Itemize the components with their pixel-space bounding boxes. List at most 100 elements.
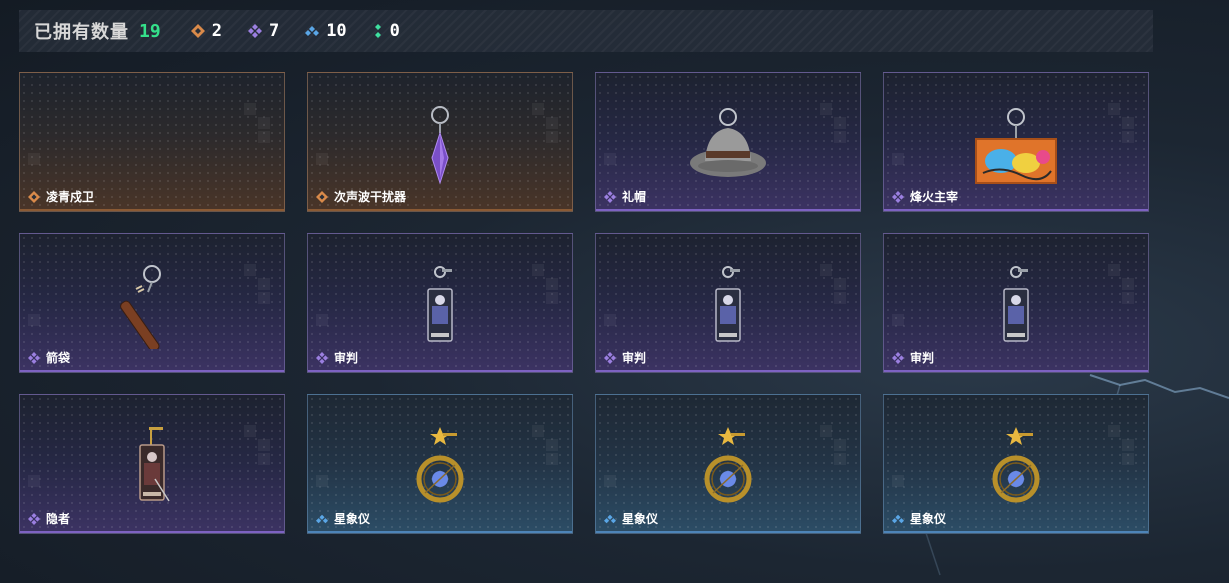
- card-label: 审判: [316, 349, 358, 366]
- stat-blue: 10: [305, 21, 347, 41]
- rarity-bar: [596, 209, 860, 211]
- stat-green: 0: [373, 21, 400, 41]
- card-decoration: [604, 314, 624, 334]
- purple-diamond-icon: [28, 512, 40, 525]
- stat-green-value: 0: [389, 21, 400, 41]
- card-label: 审判: [604, 349, 646, 366]
- card-decoration: [316, 475, 336, 495]
- item-name: 星象仪: [334, 512, 371, 526]
- purple-diamond-icon: [247, 24, 262, 38]
- card-decoration: [1108, 264, 1138, 304]
- item-card[interactable]: 星象仪: [307, 394, 573, 534]
- orange-diamond-icon: [316, 190, 328, 203]
- owned-label: 已拥有数量: [34, 22, 129, 42]
- rarity-bar: [308, 531, 572, 533]
- item-card[interactable]: 审判: [307, 233, 573, 373]
- card-decoration: [604, 153, 624, 173]
- blue-diamond-icon: [316, 514, 328, 523]
- item-name: 审判: [334, 351, 359, 365]
- item-card[interactable]: 礼帽: [595, 72, 861, 212]
- card-decoration: [820, 425, 850, 465]
- astrolabe-icon: [992, 427, 1040, 503]
- purple-diamond-icon: [604, 351, 616, 364]
- item-card[interactable]: 审判: [883, 233, 1149, 373]
- card-decoration: [604, 475, 624, 495]
- stat-purple: 7: [247, 21, 280, 41]
- item-name: 隐者: [46, 512, 71, 526]
- quiver-icon: [120, 265, 161, 349]
- card-decoration: [1108, 425, 1138, 465]
- item-card[interactable]: 凌青戍卫: [19, 72, 285, 212]
- card-label: 审判: [892, 349, 934, 366]
- purple-diamond-icon: [316, 351, 328, 364]
- stat-orange-value: 2: [211, 21, 222, 41]
- owned-count-header: 已拥有数量 19 2 7 10 0: [19, 10, 1153, 52]
- item-name: 烽火主宰: [910, 190, 959, 204]
- card-label: 箭袋: [28, 349, 70, 366]
- item-card[interactable]: 烽火主宰: [883, 72, 1149, 212]
- rarity-bar: [308, 370, 572, 372]
- item-name: 礼帽: [622, 190, 647, 204]
- item-card[interactable]: 箭袋: [19, 233, 285, 373]
- card-decoration: [28, 314, 48, 334]
- card-decoration: [28, 475, 48, 495]
- crystal-pendant-icon: [431, 106, 449, 185]
- item-card[interactable]: 隐者: [19, 394, 285, 534]
- blue-diamond-icon: [604, 514, 616, 523]
- astrolabe-icon: [704, 427, 752, 503]
- card-decoration: [820, 103, 850, 143]
- stat-blue-value: 10: [326, 21, 347, 41]
- item-name: 星象仪: [622, 512, 659, 526]
- rarity-bar: [884, 531, 1148, 533]
- item-name: 凌青戍卫: [46, 190, 95, 204]
- green-diamond-icon: [374, 24, 381, 38]
- card-decoration: [244, 425, 274, 465]
- item-card[interactable]: 星象仪: [883, 394, 1149, 534]
- astrolabe-icon: [416, 427, 464, 503]
- graffiti-container-icon: [975, 108, 1057, 184]
- item-name: 次声波干扰器: [334, 190, 407, 204]
- judgment-card-icon: [1003, 266, 1029, 342]
- card-label: 凌青戍卫: [28, 188, 94, 205]
- item-name: 审判: [910, 351, 935, 365]
- card-decoration: [820, 264, 850, 304]
- rarity-bar: [20, 209, 284, 211]
- item-name: 审判: [622, 351, 647, 365]
- card-decoration: [1108, 103, 1138, 143]
- judgment-card-icon: [715, 266, 741, 342]
- card-label: 次声波干扰器: [316, 188, 406, 205]
- item-name: 箭袋: [46, 351, 71, 365]
- hermit-card-icon: [139, 427, 170, 502]
- fedora-hat-icon: [690, 108, 766, 177]
- stat-orange: 2: [190, 21, 222, 41]
- card-label: 烽火主宰: [892, 188, 958, 205]
- card-decoration: [532, 425, 562, 465]
- stat-purple-value: 7: [268, 21, 280, 41]
- card-decoration: [244, 103, 274, 143]
- purple-diamond-icon: [892, 190, 904, 203]
- rarity-bar: [20, 531, 284, 533]
- card-label: 星象仪: [316, 510, 370, 527]
- card-decoration: [892, 153, 912, 173]
- card-label: 隐者: [28, 510, 70, 527]
- rarity-bar: [884, 209, 1148, 211]
- purple-diamond-icon: [28, 351, 40, 364]
- card-decoration: [532, 103, 562, 143]
- rarity-bar: [596, 370, 860, 372]
- item-card[interactable]: 审判: [595, 233, 861, 373]
- card-decoration: [892, 314, 912, 334]
- item-name: 星象仪: [910, 512, 947, 526]
- card-label: 礼帽: [604, 188, 646, 205]
- item-card[interactable]: 星象仪: [595, 394, 861, 534]
- orange-diamond-icon: [28, 190, 40, 203]
- purple-diamond-icon: [604, 190, 616, 203]
- card-decoration: [316, 153, 336, 173]
- card-decoration: [28, 153, 48, 173]
- purple-diamond-icon: [892, 351, 904, 364]
- blue-diamond-icon: [892, 514, 904, 523]
- card-decoration: [532, 264, 562, 304]
- card-label: 星象仪: [892, 510, 946, 527]
- rarity-bar: [20, 370, 284, 372]
- card-label: 星象仪: [604, 510, 658, 527]
- item-card[interactable]: 次声波干扰器: [307, 72, 573, 212]
